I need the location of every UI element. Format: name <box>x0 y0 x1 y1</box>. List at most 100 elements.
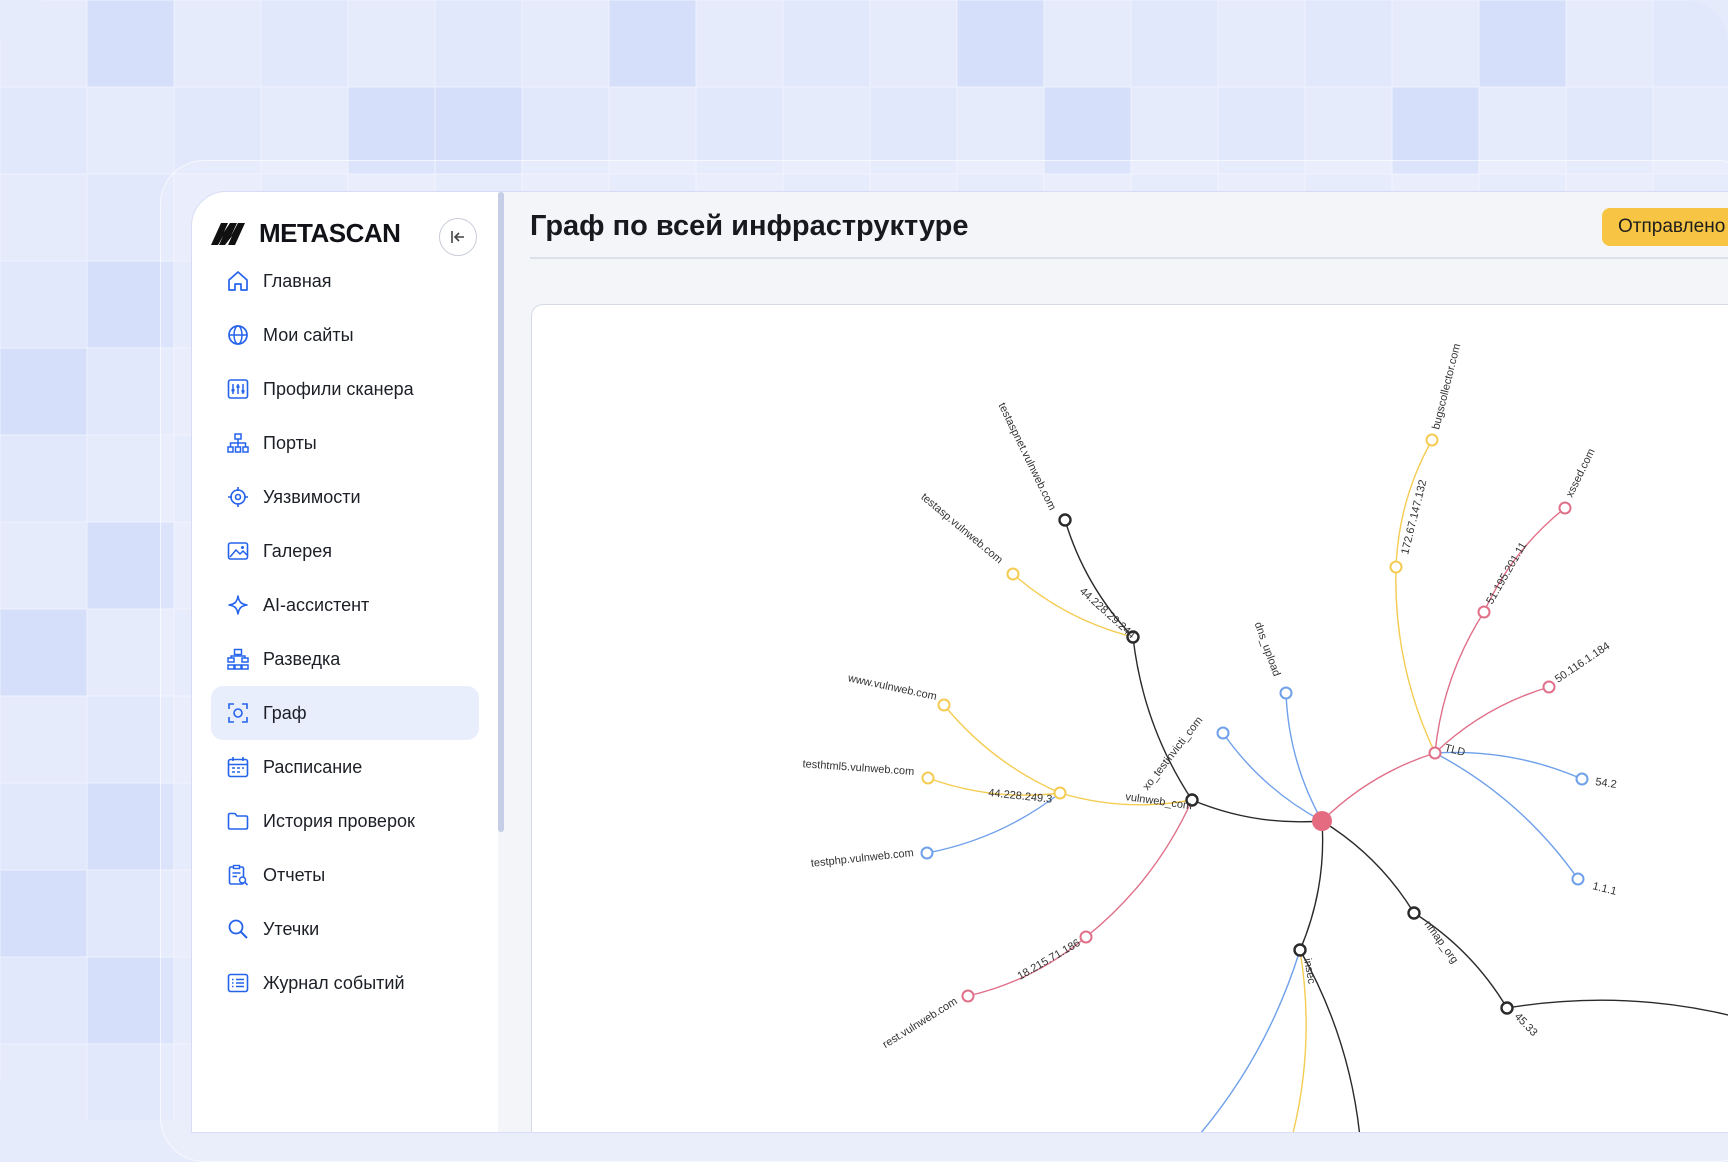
folder-icon <box>225 808 251 834</box>
background-tile <box>0 260 88 349</box>
graph-node[interactable] <box>1407 906 1421 920</box>
background-tile <box>0 434 88 523</box>
sidebar-item-scan-history[interactable]: История проверок <box>211 794 479 848</box>
report-icon <box>225 862 251 888</box>
background-tile <box>0 521 88 610</box>
graph-node-label: dns_upload <box>1252 620 1283 678</box>
brand-logo[interactable]: METASCAN <box>211 218 401 249</box>
graph-node[interactable] <box>1571 872 1585 886</box>
graph-node[interactable] <box>1293 943 1307 957</box>
sidebar-item-gallery[interactable]: Галерея <box>211 524 479 578</box>
infrastructure-graph[interactable]: testaspnet.vulnweb.comtestasp.vulnweb.co… <box>532 305 1728 1132</box>
graph-edge <box>1506 999 1728 1016</box>
graph-node[interactable] <box>1575 772 1589 786</box>
graph-node-label: xo_testinvicti_com <box>1141 714 1206 792</box>
background-tile <box>260 0 349 88</box>
background-tile <box>1478 0 1567 88</box>
graph-node-label: 44.228.29.244 <box>1077 585 1137 641</box>
background-tile <box>0 782 88 871</box>
background-tile <box>1304 0 1393 88</box>
sidebar-item-home[interactable]: Главная <box>211 254 479 308</box>
background-tile <box>0 1043 88 1120</box>
graph-edge <box>1200 949 1301 1132</box>
sidebar-item-ai-assistant[interactable]: AI-ассистент <box>211 578 479 632</box>
background-tile <box>869 0 958 88</box>
graph-node-label: 54.2 <box>1595 776 1618 791</box>
header-divider <box>530 257 1728 259</box>
background-tile <box>1652 0 1728 88</box>
graph-canvas[interactable]: testaspnet.vulnweb.com testasp.vulnweb.co… <box>531 304 1728 1132</box>
graph-node-label: 50.116.1.184 <box>1553 640 1612 685</box>
graph-node[interactable] <box>921 771 935 785</box>
collapse-sidebar-button[interactable] <box>439 218 477 256</box>
sidebar-scrollbar[interactable] <box>498 192 504 832</box>
graph-edge <box>1299 820 1324 951</box>
background-tile <box>0 173 88 262</box>
sidebar-item-ports[interactable]: Порты <box>211 416 479 470</box>
graph-node[interactable] <box>1542 680 1556 694</box>
sidebar: METASCAN Главная Мои сайты Профили скане… <box>192 192 498 1132</box>
sidebar-item-scanner-profiles[interactable]: Профили сканера <box>211 362 479 416</box>
graph-node[interactable] <box>1500 1001 1514 1015</box>
graph-node[interactable] <box>1053 786 1067 800</box>
sidebar-item-graph[interactable]: Граф <box>211 686 479 740</box>
graph-edge <box>1321 752 1436 822</box>
sidebar-item-label: Журнал событий <box>263 972 405 993</box>
sidebar-item-label: AI-ассистент <box>263 594 370 615</box>
brand-name: METASCAN <box>259 218 401 248</box>
graph-node-label: vulnweb_com <box>1125 791 1193 812</box>
list-icon <box>225 970 251 996</box>
sidebar-item-label: Граф <box>263 702 307 723</box>
graph-node[interactable] <box>1216 726 1230 740</box>
graph-node[interactable] <box>1279 686 1293 700</box>
graph-edge <box>1085 799 1193 938</box>
calendar-icon <box>225 754 251 780</box>
graph-node-label: www.vulnweb.com <box>846 672 938 703</box>
graph-node-label: testhtml5.vulnweb.com <box>802 758 914 778</box>
graph-node-label: rest.vulnweb.com <box>881 995 960 1051</box>
graph-node[interactable] <box>1079 930 1093 944</box>
graph-node[interactable] <box>1428 746 1442 760</box>
sent-status-button[interactable]: Отправлено <box>1602 208 1728 246</box>
graph-edge <box>1434 752 1579 880</box>
background-tile <box>86 86 175 175</box>
graph-node-label: 172.67.147.132 <box>1399 479 1429 556</box>
sidebar-item-label: Главная <box>263 270 332 291</box>
background-tile <box>608 0 697 88</box>
image-icon <box>225 538 251 564</box>
search-icon <box>225 916 251 942</box>
sidebar-item-reports[interactable]: Отчеты <box>211 848 479 902</box>
sidebar-item-label: Разведка <box>263 648 341 669</box>
graph-node[interactable] <box>937 698 951 712</box>
graph-root-node[interactable] <box>1312 811 1332 831</box>
sliders-icon <box>225 376 251 402</box>
sidebar-item-event-log[interactable]: Журнал событий <box>211 956 479 1010</box>
background-tile <box>1217 0 1306 88</box>
sidebar-item-label: История проверок <box>263 810 415 831</box>
sidebar-item-schedule[interactable]: Расписание <box>211 740 479 794</box>
graph-node[interactable] <box>1477 605 1491 619</box>
sitemap-icon <box>225 646 251 672</box>
sidebar-item-label: Уязвимости <box>263 486 361 507</box>
graph-node[interactable] <box>1058 513 1072 527</box>
background-tile <box>173 0 262 88</box>
collapse-left-icon <box>451 231 464 243</box>
graph-node[interactable] <box>1389 560 1403 574</box>
graph-node[interactable] <box>920 846 934 860</box>
graph-node[interactable] <box>1425 433 1439 447</box>
graph-node-label: testasp.vulnweb.com <box>918 491 1004 566</box>
sidebar-item-vulnerabilities[interactable]: Уязвимости <box>211 470 479 524</box>
graph-node[interactable] <box>961 989 975 1003</box>
graph-node[interactable] <box>1558 501 1572 515</box>
background-tile <box>695 0 784 88</box>
graph-edge <box>1321 820 1415 914</box>
background-tile <box>0 608 88 697</box>
graph-node[interactable] <box>1006 567 1020 581</box>
sidebar-item-recon[interactable]: Разведка <box>211 632 479 686</box>
sidebar-item-leaks[interactable]: Утечки <box>211 902 479 956</box>
graph-node-label: 51.195.201.11 <box>1484 540 1529 606</box>
home-icon <box>225 268 251 294</box>
sidebar-item-label: Галерея <box>263 540 333 561</box>
sidebar-item-my-sites[interactable]: Мои сайты <box>211 308 479 362</box>
sidebar-item-label: Мои сайты <box>263 324 354 345</box>
